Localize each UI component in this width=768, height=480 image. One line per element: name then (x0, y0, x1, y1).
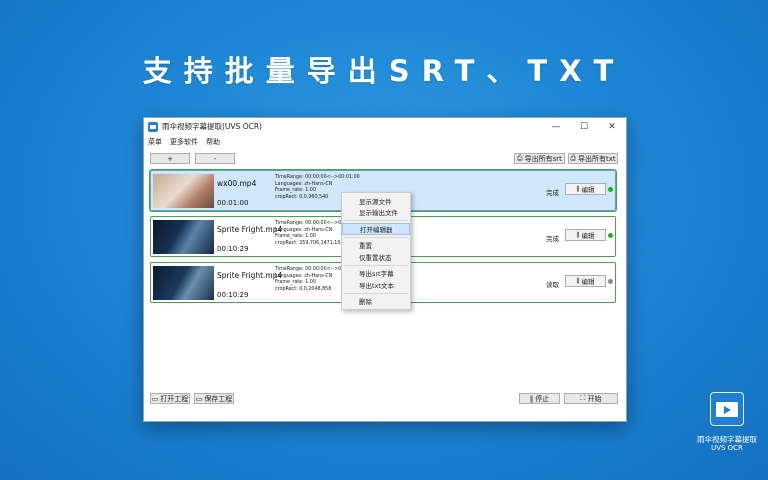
context-show-output[interactable]: 显示输出文件 (342, 207, 410, 219)
export-all-txt-button[interactable]: ⎙ 导出所有txt (568, 153, 618, 164)
context-show-source[interactable]: 显示源文件 (342, 195, 410, 207)
status-label: 完成 (546, 189, 559, 197)
export-all-srt-button[interactable]: ⎙ 导出所有srt (514, 153, 565, 164)
close-button[interactable]: ✕ (598, 118, 626, 135)
toolbar: + - ⎙ 导出所有srt ⎙ 导出所有txt (144, 153, 626, 167)
file-name: wx00.mp4 (217, 179, 257, 188)
menu-item-menu[interactable]: 菜单 (148, 137, 162, 147)
context-open-editor[interactable]: 打开编辑器 (342, 223, 410, 235)
menu-divider (344, 264, 408, 266)
save-project-button[interactable]: ▭ 保存工程 (194, 393, 234, 404)
save-icon: ▭ (195, 394, 203, 403)
video-thumbnail (153, 220, 214, 254)
menu-bar: 菜单 更多软件 帮助 (144, 135, 626, 148)
meta-time-range: TimeRange: 00:00:00<-->00:01:00 (275, 175, 360, 180)
add-button[interactable]: + (150, 153, 190, 164)
pause-icon: ‖ (529, 394, 534, 403)
status-label: 完成 (546, 235, 559, 243)
export-txt-label: 导出所有txt (577, 154, 616, 163)
export-icon: ⎙ (517, 154, 523, 162)
title-bar: 雨伞视频字幕提取(UVS OCR) — ☐ ✕ (144, 118, 626, 135)
video-thumbnail (153, 174, 214, 208)
export-icon: ⎙ (570, 154, 576, 162)
stop-button[interactable]: ‖ 停止 (519, 393, 560, 404)
app-logo (710, 392, 744, 426)
add-label: + (167, 154, 173, 163)
context-export-srt[interactable]: 导出srt字幕 (342, 268, 410, 280)
mouse-pointer-icon: ☝ (389, 224, 396, 235)
save-project-label: 保存工程 (204, 394, 233, 403)
context-export-txt[interactable]: 导出txt文本 (342, 279, 410, 291)
sliders-icon: ⫼ (576, 276, 580, 285)
edit-label: 编辑 (581, 278, 595, 286)
sliders-icon: ⫼ (576, 184, 580, 193)
video-thumbnail (153, 266, 214, 300)
open-project-button[interactable]: ▭ 打开工程 (150, 393, 190, 404)
menu-divider (344, 236, 408, 238)
context-reset[interactable]: 重置 (342, 240, 410, 252)
menu-divider (344, 220, 408, 221)
remove-button[interactable]: - (195, 153, 235, 164)
folder-icon: ▭ (151, 394, 159, 403)
start-button[interactable]: ⛶ 开始 (564, 393, 618, 404)
edit-button[interactable]: ⫼ 编辑 (565, 183, 606, 195)
context-delete[interactable]: 删除 (342, 296, 410, 308)
file-name: Sprite Fright.mp4 (217, 225, 283, 234)
menu-divider (344, 292, 408, 294)
open-project-label: 打开工程 (160, 394, 189, 403)
remove-label: - (213, 154, 217, 163)
menu-item-help[interactable]: 帮助 (206, 137, 220, 147)
status-dot (608, 233, 613, 238)
duration: 00:10:29 (217, 245, 249, 253)
edit-button[interactable]: ⫼ 编辑 (565, 229, 606, 241)
file-name: Sprite Fright.mp4 (217, 271, 283, 280)
duration: 00:10:29 (217, 291, 249, 299)
status-dot (608, 279, 613, 284)
status-dot (608, 187, 613, 192)
logo-subname: UVS OCR (711, 444, 743, 452)
menu-item-more-software[interactable]: 更多软件 (170, 137, 198, 147)
export-srt-label: 导出所有srt (524, 154, 562, 163)
edit-label: 编辑 (581, 232, 595, 240)
status-label: 读取 (546, 281, 559, 289)
stop-label: 停止 (535, 394, 550, 403)
minimize-button[interactable]: — (542, 118, 570, 135)
bottom-bar: ▭ 打开工程 ▭ 保存工程 ‖ 停止 ⛶ 开始 (144, 393, 626, 407)
app-icon (148, 121, 158, 132)
start-label: 开始 (587, 394, 602, 403)
video-play-icon (716, 401, 738, 417)
sliders-icon: ⫼ (576, 230, 580, 239)
edit-label: 编辑 (581, 186, 595, 194)
window-title: 雨伞视频字幕提取(UVS OCR) (162, 122, 262, 131)
promo-headline: 支持批量导出SRT、TXT (142, 54, 626, 88)
context-menu: 显示源文件 显示输出文件 打开编辑器 重置 仅重置状态 导出srt字幕 导出tx… (341, 192, 411, 310)
scan-icon: ⛶ (580, 394, 586, 402)
maximize-button[interactable]: ☐ (570, 118, 598, 135)
edit-button[interactable]: ⫼ 编辑 (565, 275, 606, 287)
context-reset-status[interactable]: 仅重置状态 (342, 251, 410, 263)
duration: 00:01:00 (217, 199, 249, 207)
